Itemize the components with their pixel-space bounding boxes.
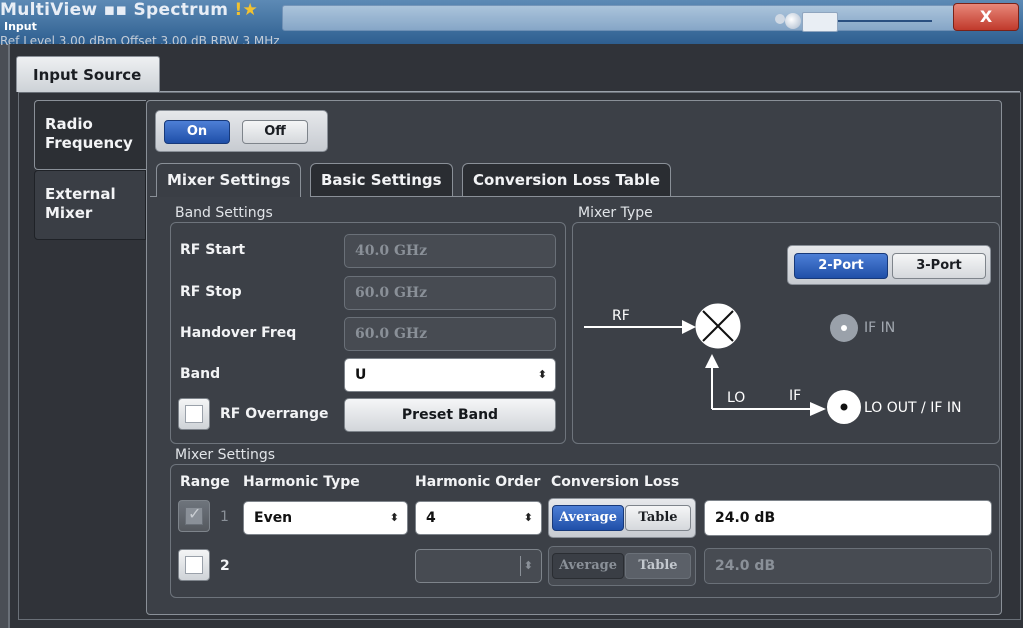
rf-arrow-icon [682,320,696,334]
table-button[interactable]: Table [625,505,691,531]
on-button[interactable]: On [164,120,230,144]
checkbox-square: ✓ [185,504,203,525]
close-button[interactable]: X [953,3,1019,31]
lo-arrow-icon [705,354,719,368]
conversion-loss-mode-2: Average Table [548,546,696,586]
handle-dot-icon [775,14,785,24]
handle-knob-icon[interactable] [785,13,801,29]
side-tab-label: Mixer [45,204,93,222]
lo-label: LO [727,390,746,406]
harmonic-order-select-2: ⬍ [415,549,542,583]
average-button[interactable]: Average [552,505,624,531]
two-port-button[interactable]: 2-Port [794,253,888,279]
band-label: Band [180,366,221,382]
rf-overrange-label: RF Overrange [220,406,329,422]
harmonic-type-header: Harmonic Type [243,474,360,490]
app-title: MultiView ▪▪ Spectrum !★ [0,0,259,20]
select-divider [520,556,521,576]
band-settings-heading: Band Settings [175,205,273,221]
side-tab-radio-frequency[interactable]: Radio Frequency [34,100,146,170]
table-button-2: Table [625,553,691,579]
range-header: Range [180,474,230,490]
range-2-checkbox[interactable] [178,549,210,581]
side-tab-label: Frequency [45,134,133,152]
off-button[interactable]: Off [242,120,308,144]
conversion-loss-input[interactable]: 24.0 dB [704,500,992,536]
side-tab-external-mixer[interactable]: External Mixer [34,170,146,240]
if-label: IF [789,388,802,404]
band-select[interactable]: U ⬍ [344,358,556,392]
average-button-2: Average [552,553,624,579]
tab-input-source[interactable]: Input Source [16,56,160,92]
rf-start-field: 40.0 GHz [344,234,556,268]
mixer-type-heading: Mixer Type [578,205,653,221]
range-2-index: 2 [220,558,230,574]
checkmark-icon: ✓ [188,504,202,523]
subtab-divider [310,196,1000,197]
harmonic-order-header: Harmonic Order [415,474,541,490]
checkbox-square [185,556,203,574]
conversion-loss-mode-1: Average Table [548,498,696,538]
if-in-label: IF IN [864,320,896,336]
preset-band-button[interactable]: Preset Band [344,398,556,432]
subtab-divider-left [150,196,156,197]
conversion-loss-input-2: 24.0 dB [704,548,992,584]
overlay-label: Input [4,20,37,33]
mixer-diagram [584,303,861,424]
tab-basic-settings[interactable]: Basic Settings [310,163,453,197]
harmonic-type-select[interactable]: Even ⬍ [243,501,408,535]
transparency-slider-track[interactable] [838,20,932,22]
external-mixer-toggle: On Off [155,110,328,152]
select-arrows-icon: ⬍ [389,511,399,524]
port-selector: 2-Port 3-Port [787,245,991,285]
range-1-index: 1 [220,509,229,525]
if-arrow-icon [810,402,826,416]
handover-freq-field: 60.0 GHz [344,317,556,351]
select-arrows-icon: ⬍ [537,368,547,381]
lo-out-if-in-label: LO OUT / IF IN [864,400,962,416]
three-port-button[interactable]: 3-Port [892,253,986,279]
tab-conversion-loss-table[interactable]: Conversion Loss Table [462,163,672,197]
conversion-loss-header: Conversion Loss [551,474,680,490]
transparency-slider-thumb[interactable] [802,12,838,32]
harmonic-order-select[interactable]: 4 ⬍ [415,501,542,535]
side-tab-label: Radio [45,115,93,133]
mixer-settings-heading: Mixer Settings [175,447,276,463]
range-1-checkbox: ✓ [178,500,210,532]
port-dot [840,403,848,411]
tab-mixer-settings[interactable]: Mixer Settings [156,163,302,197]
rf-overrange-checkbox[interactable] [178,398,210,430]
rf-stop-field: 60.0 GHz [344,276,556,310]
side-tab-label: External [45,185,116,203]
harmonic-type-value: Even [254,510,293,526]
warning-icon: !★ [234,0,259,20]
band-select-value: U [355,367,367,383]
port-dot [841,325,847,331]
select-arrows-icon: ⬍ [523,511,533,524]
rf-stop-label: RF Stop [180,284,242,300]
harmonic-order-value: 4 [426,510,436,526]
rf-label: RF [612,308,630,324]
checkbox-square [185,405,203,423]
titlebar-field [282,5,962,31]
grid-icon: ▪▪ [103,0,128,20]
select-arrows-icon: ⬍ [523,559,533,572]
handover-freq-label: Handover Freq [180,325,297,341]
rf-start-label: RF Start [180,242,246,258]
